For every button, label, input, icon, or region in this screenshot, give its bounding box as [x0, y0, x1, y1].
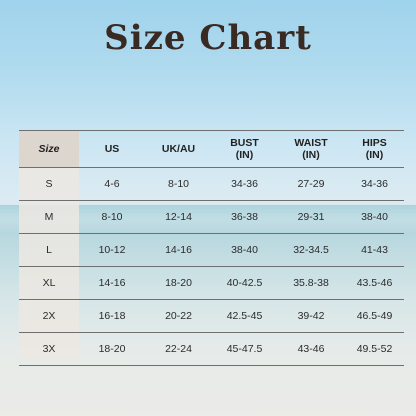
header-us: US — [104, 143, 120, 155]
table-row: L 10-12 14-16 38-40 32-34.5 41-43 — [19, 234, 404, 267]
bust-cell: 42.5-45 — [226, 310, 263, 322]
us-cell: 16-18 — [98, 310, 126, 322]
bust-cell: 38-40 — [231, 244, 258, 256]
uk-au-cell: 8-10 — [167, 178, 189, 190]
size-cell: XL — [42, 277, 56, 289]
us-cell: 4-6 — [104, 178, 120, 190]
bust-cell: 34-36 — [231, 178, 258, 190]
size-cell: M — [44, 211, 54, 223]
bust-cell: 45-47.5 — [226, 343, 263, 355]
hips-cell: 46.5-49 — [356, 310, 393, 322]
size-cell: 2X — [42, 310, 56, 322]
size-cell: L — [46, 244, 52, 256]
hips-cell: 49.5-52 — [356, 343, 393, 355]
page-title: Size Chart — [104, 18, 312, 58]
table-row: S 4-6 8-10 34-36 27-29 34-36 — [19, 168, 404, 201]
us-cell: 10-12 — [98, 244, 126, 256]
header-hips: HIPS (IN) — [362, 137, 387, 161]
us-cell: 8-10 — [101, 211, 123, 223]
table-row: M 8-10 12-14 36-38 29-31 38-40 — [19, 201, 404, 234]
hips-cell: 43.5-46 — [356, 277, 393, 289]
waist-cell: 35.8-38 — [293, 277, 329, 289]
hips-cell: 41-43 — [361, 244, 388, 256]
bust-cell: 36-38 — [231, 211, 258, 223]
size-table: Size US UK/AU BUST (IN) WAIST (IN) HIPS (IN… — [19, 130, 404, 366]
hips-cell: 38-40 — [361, 211, 388, 223]
table-row: XL 14-16 18-20 40-42.5 35.8-38 43.5-46 — [19, 267, 404, 300]
us-cell: 14-16 — [98, 277, 126, 289]
waist-cell: 29-31 — [297, 211, 325, 223]
bust-cell: 40-42.5 — [226, 277, 263, 289]
header-bust: BUST (IN) — [230, 137, 259, 161]
table-row: 2X 16-18 20-22 42.5-45 39-42 46.5-49 — [19, 300, 404, 333]
waist-cell: 43-46 — [297, 343, 325, 355]
header-waist: WAIST (IN) — [294, 137, 328, 161]
uk-au-cell: 20-22 — [165, 310, 192, 322]
uk-au-cell: 22-24 — [165, 343, 192, 355]
table-header-row: Size US UK/AU BUST (IN) WAIST (IN) HIPS (IN… — [19, 130, 404, 168]
size-cell: 3X — [42, 343, 56, 355]
table-row: 3X 18-20 22-24 45-47.5 43-46 49.5-52 — [19, 333, 404, 366]
hips-cell: 34-36 — [361, 178, 388, 190]
header-size: Size — [19, 131, 79, 167]
header-uk-au: UK/AU — [161, 143, 196, 155]
size-cell: S — [45, 178, 53, 190]
waist-cell: 27-29 — [297, 178, 325, 190]
waist-cell: 32-34.5 — [293, 244, 329, 256]
uk-au-cell: 14-16 — [165, 244, 192, 256]
uk-au-cell: 18-20 — [165, 277, 192, 289]
uk-au-cell: 12-14 — [165, 211, 192, 223]
waist-cell: 39-42 — [297, 310, 325, 322]
us-cell: 18-20 — [98, 343, 126, 355]
